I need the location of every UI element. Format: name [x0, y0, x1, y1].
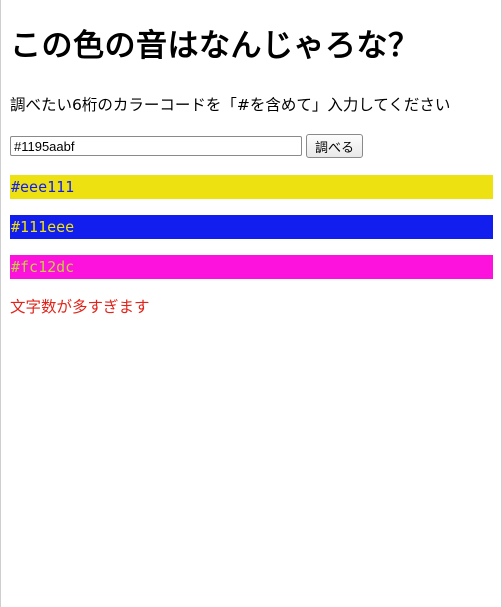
color-swatch: #fc12dc [10, 255, 493, 279]
color-swatch: #111eee [10, 215, 493, 239]
error-message: 文字数が多すぎます [10, 298, 150, 316]
color-form: 調べる [10, 134, 364, 158]
color-swatch: #eee111 [10, 175, 493, 199]
instruction-text: 調べたい6桁のカラーコードを「#を含めて」入力してください [10, 96, 451, 114]
check-button[interactable]: 調べる [306, 134, 364, 158]
color-code-input[interactable] [10, 136, 302, 156]
page-title: この色の音はなんじゃろな？ [10, 28, 420, 64]
page: この色の音はなんじゃろな？ 調べたい6桁のカラーコードを「#を含めて」入力してく… [1, 0, 501, 607]
